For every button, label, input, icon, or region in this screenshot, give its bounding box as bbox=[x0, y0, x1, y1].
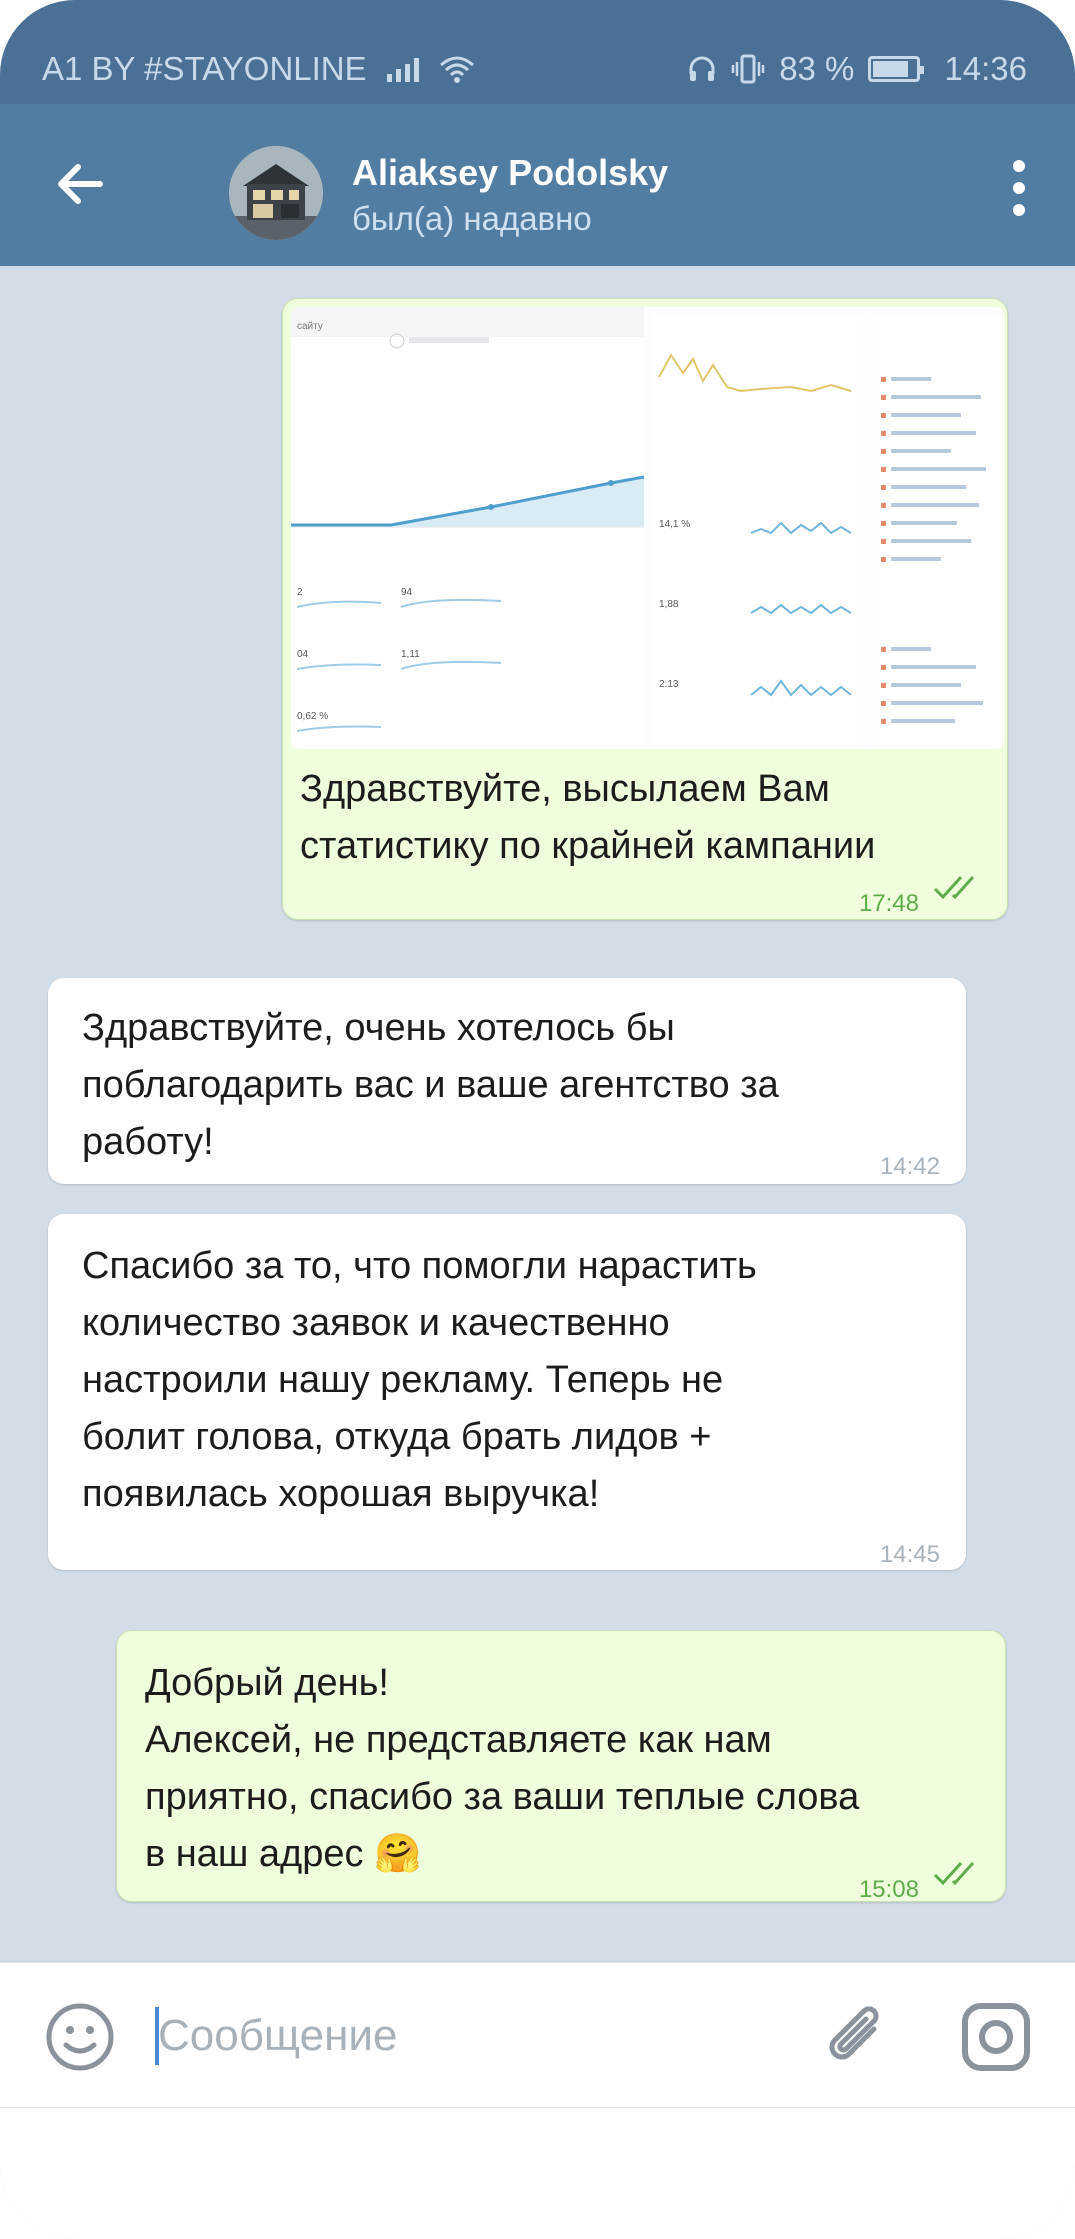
chat-header: Aliaksey Podolsky был(а) надавно bbox=[0, 104, 1075, 266]
avatar[interactable] bbox=[229, 146, 323, 240]
arrow-left-icon[interactable] bbox=[50, 154, 110, 214]
message-text: Спасибо за то, что помогли нарастить кол… bbox=[82, 1245, 757, 1515]
camera-icon[interactable] bbox=[960, 2001, 1032, 2073]
message-bubble-incoming[interactable]: Спасибо за то, что помогли нарастить кол… bbox=[48, 1214, 966, 1570]
clock: 14:36 bbox=[944, 50, 1027, 87]
paperclip-icon[interactable] bbox=[822, 1999, 892, 2075]
stats-tab-label: сайту bbox=[297, 321, 323, 332]
avatar-house-image bbox=[229, 146, 323, 240]
message-input[interactable]: Сообщение bbox=[158, 2011, 397, 2061]
stat-right-3: 2:13 bbox=[659, 679, 679, 690]
last-seen-status: был(а) надавно bbox=[352, 200, 592, 237]
analytics-dashboard-graphic: сайту 2 94 04 1,11 0,62 % 14,1 % 1,88 2:… bbox=[291, 307, 1004, 749]
status-right: 83 % 14:36 bbox=[687, 50, 1027, 88]
phone-screen: A1 BY #STAYONLINE 83 % 14:36 Aliaksey Po… bbox=[0, 0, 1075, 2239]
signal-icon bbox=[386, 56, 419, 82]
vibrate-icon bbox=[731, 54, 765, 84]
hugging-face-emoji: 🤗 bbox=[374, 1833, 422, 1875]
message-time: 14:42 bbox=[879, 1153, 940, 1180]
message-text: Здравствуйте, очень хотелось бы поблагод… bbox=[82, 1007, 779, 1163]
double-check-icon bbox=[933, 875, 975, 900]
stat-metric-5: 0,62 % bbox=[297, 711, 328, 722]
more-vert-icon[interactable] bbox=[1011, 160, 1027, 216]
status-left: A1 BY #STAYONLINE bbox=[42, 50, 475, 88]
stat-metric-4: 1,11 bbox=[401, 649, 420, 660]
stat-right-1: 14,1 % bbox=[659, 519, 690, 530]
stat-metric-1: 2 bbox=[297, 587, 303, 598]
message-text: Добрый день! Алексей, не представляете к… bbox=[145, 1655, 859, 1883]
double-check-icon bbox=[933, 1861, 975, 1886]
message-time: 15:08 bbox=[858, 1876, 919, 1903]
message-time: 14:45 bbox=[879, 1541, 940, 1568]
contact-name[interactable]: Aliaksey Podolsky bbox=[352, 152, 668, 194]
statistics-screenshot-image[interactable]: сайту 2 94 04 1,11 0,62 % 14,1 % 1,88 2:… bbox=[291, 307, 1004, 749]
smile-icon[interactable] bbox=[44, 2001, 116, 2073]
status-bar: A1 BY #STAYONLINE 83 % 14:36 bbox=[0, 0, 1075, 104]
message-bubble-outgoing[interactable]: Добрый день! Алексей, не представляете к… bbox=[116, 1630, 1006, 1903]
battery-icon bbox=[868, 56, 925, 82]
navigation-area bbox=[0, 2108, 1075, 2239]
carrier-label: A1 BY #STAYONLINE bbox=[42, 50, 367, 87]
battery-percent: 83 % bbox=[779, 50, 855, 87]
message-text-content: Добрый день! Алексей, не представляете к… bbox=[145, 1662, 860, 1875]
headphones-icon bbox=[689, 56, 715, 81]
message-bubble-outgoing[interactable]: сайту 2 94 04 1,11 0,62 % 14,1 % 1,88 2:… bbox=[282, 298, 1008, 920]
stat-metric-3: 04 bbox=[297, 649, 309, 660]
battery-fill bbox=[873, 61, 908, 77]
message-bubble-incoming[interactable]: Здравствуйте, очень хотелось бы поблагод… bbox=[48, 978, 966, 1184]
message-composer: Сообщение bbox=[0, 1962, 1075, 2108]
stat-metric-2: 94 bbox=[401, 587, 413, 598]
stat-right-2: 1,88 bbox=[659, 599, 679, 610]
wifi-icon bbox=[439, 56, 474, 83]
message-text: Здравствуйте, высылаем Вам статистику по… bbox=[300, 768, 876, 867]
message-time: 17:48 bbox=[858, 890, 919, 917]
